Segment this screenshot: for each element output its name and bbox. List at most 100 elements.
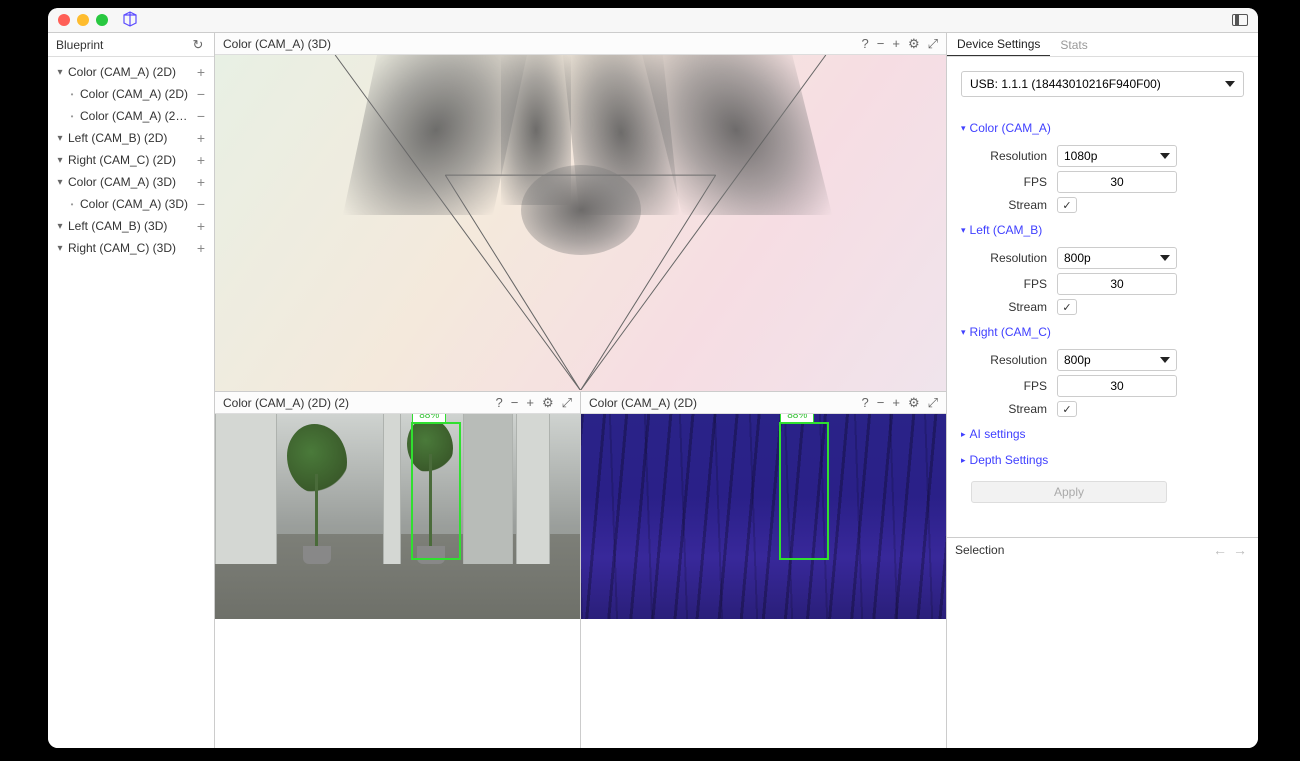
selection-panel: Selection ← →	[947, 537, 1258, 748]
tree-row[interactable]: •Color (CAM_A) (2D)−	[50, 83, 212, 105]
detection-label: plant, 88%	[412, 414, 446, 423]
remove-icon[interactable]: −	[194, 108, 208, 124]
viewport-2d-rgb[interactable]: plant, 88%	[215, 414, 580, 748]
add-icon[interactable]: +	[194, 240, 208, 256]
view-3d: Color (CAM_A) (3D) ? − + ⚙ ⤢	[215, 33, 946, 392]
remove-icon[interactable]: −	[194, 86, 208, 102]
gear-icon[interactable]: ⚙	[542, 395, 554, 411]
minimize-icon[interactable]: −	[877, 395, 885, 411]
tree-row[interactable]: ▾Right (CAM_C) (3D)+	[50, 237, 212, 259]
section-ai-settings[interactable]: ▸AI settings	[961, 421, 1244, 447]
view-toolbar: ? − + ⚙ ⤢	[496, 395, 572, 411]
minimize-window-button[interactable]	[77, 14, 89, 26]
tree-row[interactable]: ▾Color (CAM_A) (3D)+	[50, 171, 212, 193]
chevron-down-icon	[1160, 153, 1170, 159]
center-area: Color (CAM_A) (3D) ? − + ⚙ ⤢	[215, 33, 946, 748]
blueprint-tree: ▾Color (CAM_A) (2D)+ •Color (CAM_A) (2D)…	[48, 57, 214, 263]
section-right-cam-c[interactable]: ▾Right (CAM_C)	[961, 319, 1244, 345]
stream-checkbox[interactable]: ✓	[1057, 401, 1077, 417]
usb-device-label: USB: 1.1.1 (18443010216F940F00)	[970, 77, 1161, 91]
caret-icon[interactable]: ▾	[54, 221, 66, 232]
detection-bbox: plant, 88%	[779, 422, 829, 560]
selection-header: Selection ← →	[947, 538, 1258, 562]
prop-fps: FPS	[971, 273, 1244, 295]
tree-row[interactable]: ▾Left (CAM_B) (2D)+	[50, 127, 212, 149]
fps-input[interactable]	[1057, 375, 1177, 397]
add-icon[interactable]: +	[526, 395, 534, 411]
bullet-icon: •	[66, 200, 78, 209]
add-icon[interactable]: +	[194, 218, 208, 234]
panel-toggle-button[interactable]	[1232, 14, 1248, 26]
section-color-cam-a[interactable]: ▾Color (CAM_A)	[961, 115, 1244, 141]
caret-icon[interactable]: ▾	[54, 243, 66, 254]
add-icon[interactable]: +	[892, 36, 900, 52]
view-toolbar: ? − + ⚙ ⤢	[862, 36, 938, 52]
bullet-icon: •	[66, 90, 78, 99]
help-icon[interactable]: ?	[862, 395, 869, 411]
tab-stats[interactable]: Stats	[1050, 33, 1097, 56]
prop-fps: FPS	[971, 171, 1244, 193]
view-3d-header: Color (CAM_A) (3D) ? − + ⚙ ⤢	[215, 33, 946, 55]
prop-stream: Stream✓	[971, 401, 1244, 417]
remove-icon[interactable]: −	[194, 196, 208, 212]
tree-label: Color (CAM_A) (3D)	[78, 197, 194, 211]
selection-body	[947, 562, 1258, 748]
tree-label: Color (CAM_A) (2D)	[66, 65, 194, 79]
tree-row[interactable]: ▾Right (CAM_C) (2D)+	[50, 149, 212, 171]
caret-icon[interactable]: ▾	[54, 133, 66, 144]
tree-row[interactable]: •Color (CAM_A) (3D)−	[50, 193, 212, 215]
stream-checkbox[interactable]: ✓	[1057, 299, 1077, 315]
selection-next-icon[interactable]: →	[1230, 542, 1250, 558]
chevron-down-icon	[1160, 357, 1170, 363]
add-icon[interactable]: +	[194, 64, 208, 80]
caret-icon[interactable]: ▾	[54, 155, 66, 166]
gear-icon[interactable]: ⚙	[908, 395, 920, 411]
detection-bbox: plant, 88%	[411, 422, 461, 560]
expand-icon[interactable]: ⤢	[928, 395, 938, 411]
refresh-icon[interactable]: ↻	[190, 37, 206, 53]
maximize-window-button[interactable]	[96, 14, 108, 26]
selection-prev-icon[interactable]: ←	[1210, 542, 1230, 558]
tree-row[interactable]: •Color (CAM_A) (2D) (2)−	[50, 105, 212, 127]
add-icon[interactable]: +	[194, 174, 208, 190]
tree-label: Right (CAM_C) (2D)	[66, 153, 194, 167]
help-icon[interactable]: ?	[496, 395, 503, 411]
add-icon[interactable]: +	[194, 130, 208, 146]
tree-label: Color (CAM_A) (2D) (2)	[78, 109, 194, 123]
titlebar-right	[1232, 14, 1248, 26]
fps-input[interactable]	[1057, 171, 1177, 193]
blueprint-sidebar: Blueprint ↻ ▾Color (CAM_A) (2D)+ •Color …	[48, 33, 215, 748]
fps-input[interactable]	[1057, 273, 1177, 295]
app-window: Blueprint ↻ ▾Color (CAM_A) (2D)+ •Color …	[48, 8, 1258, 748]
caret-icon[interactable]: ▾	[54, 177, 66, 188]
expand-icon[interactable]: ⤢	[562, 395, 572, 411]
camera-frame: plant, 88%	[215, 414, 580, 619]
resolution-select[interactable]: 1080p	[1057, 145, 1177, 167]
minimize-icon[interactable]: −	[877, 36, 885, 52]
section-left-cam-b[interactable]: ▾Left (CAM_B)	[961, 217, 1244, 243]
caret-icon[interactable]: ▾	[54, 67, 66, 78]
gear-icon[interactable]: ⚙	[908, 36, 920, 52]
expand-icon[interactable]: ⤢	[928, 36, 938, 52]
resolution-select[interactable]: 800p	[1057, 247, 1177, 269]
detection-label: plant, 88%	[780, 414, 814, 423]
stream-checkbox[interactable]: ✓	[1057, 197, 1077, 213]
section-depth-settings[interactable]: ▸Depth Settings	[961, 447, 1244, 473]
viewport-2d-depth[interactable]: plant, 88%	[581, 414, 946, 748]
minimize-icon[interactable]: −	[511, 395, 519, 411]
tab-device-settings[interactable]: Device Settings	[947, 33, 1050, 56]
view-title: Color (CAM_A) (2D) (2)	[223, 396, 496, 410]
help-icon[interactable]: ?	[862, 36, 869, 52]
usb-device-select[interactable]: USB: 1.1.1 (18443010216F940F00)	[961, 71, 1244, 97]
app-logo-icon	[122, 11, 138, 30]
add-icon[interactable]: +	[194, 152, 208, 168]
close-window-button[interactable]	[58, 14, 70, 26]
resolution-select[interactable]: 800p	[1057, 349, 1177, 371]
apply-button[interactable]: Apply	[971, 481, 1167, 503]
tree-row[interactable]: ▾Color (CAM_A) (2D)+	[50, 61, 212, 83]
blueprint-header: Blueprint ↻	[48, 33, 214, 57]
view-toolbar: ? − + ⚙ ⤢	[862, 395, 938, 411]
add-icon[interactable]: +	[892, 395, 900, 411]
viewport-3d[interactable]	[215, 55, 946, 391]
tree-row[interactable]: ▾Left (CAM_B) (3D)+	[50, 215, 212, 237]
